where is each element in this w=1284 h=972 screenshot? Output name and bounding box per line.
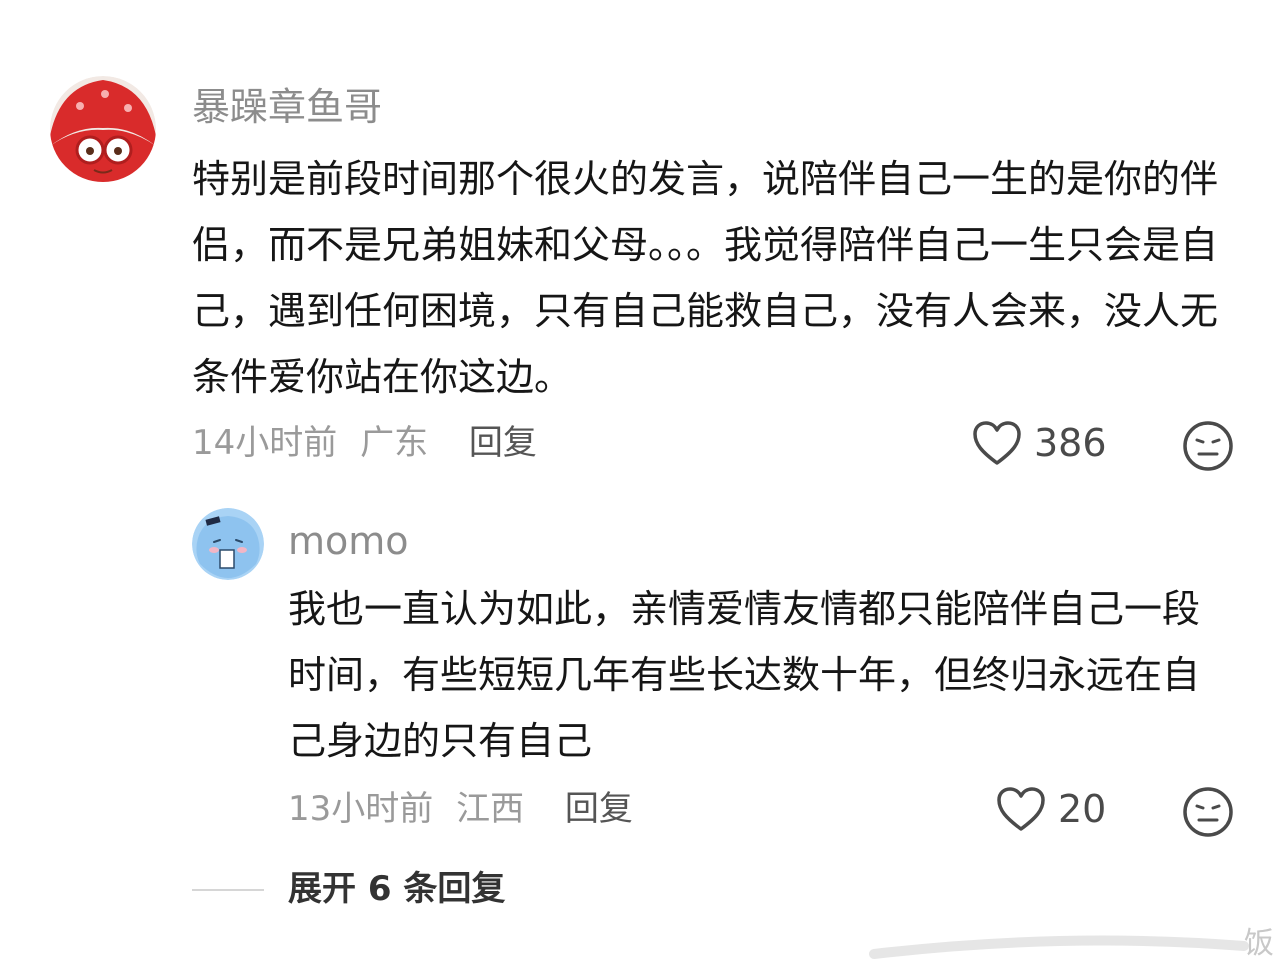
heart-outline-icon [997, 787, 1045, 831]
reply-meta: 13小时前 江西 回复 [288, 792, 633, 826]
like-count: 386 [1034, 421, 1107, 465]
avatar-commenter[interactable] [50, 76, 156, 182]
reply-to-reply-button[interactable]: 回复 [565, 792, 633, 826]
like-button[interactable]: 386 [972, 420, 1107, 466]
reply-like-count: 20 [1058, 787, 1107, 831]
neutral-face-icon [1183, 421, 1233, 471]
dislike-button[interactable] [1182, 420, 1234, 476]
blue-creature-avatar-icon [192, 508, 264, 580]
heart-outline-icon [973, 421, 1021, 465]
reply-like-button[interactable]: 20 [996, 786, 1106, 832]
reply-dislike-button[interactable] [1182, 786, 1234, 842]
watermark-char: 饭 [1244, 926, 1274, 961]
comment-text: 特别是前段时间那个很火的发言，说陪伴自己一生的是你的伴侣，而不是兄弟姐妹和父母。… [192, 157, 1219, 399]
avatar-replier[interactable] [192, 508, 264, 580]
watermark [864, 924, 1284, 964]
neutral-face-icon [1183, 787, 1233, 837]
expand-divider [192, 889, 264, 891]
replier-username[interactable]: momo [288, 522, 409, 560]
expand-replies-button[interactable]: 展开 6 条回复 [288, 872, 505, 906]
commenter-username[interactable]: 暴躁章鱼哥 [192, 88, 382, 126]
reply-time: 13小时前 [288, 789, 434, 829]
octopus-avatar-icon [50, 76, 156, 182]
comment-time: 14小时前 [192, 423, 338, 463]
reply-text: 我也一直认为如此，亲情爱情友情都只能陪伴自己一段时间，有些短短几年有些长达数十年… [288, 587, 1201, 763]
comment-meta: 14小时前 广东 回复 [192, 426, 537, 460]
comment-location: 广东 [360, 423, 429, 463]
reply-button[interactable]: 回复 [469, 426, 537, 460]
watermark-swoosh-icon [869, 935, 1249, 959]
reply-location: 江西 [456, 789, 525, 829]
